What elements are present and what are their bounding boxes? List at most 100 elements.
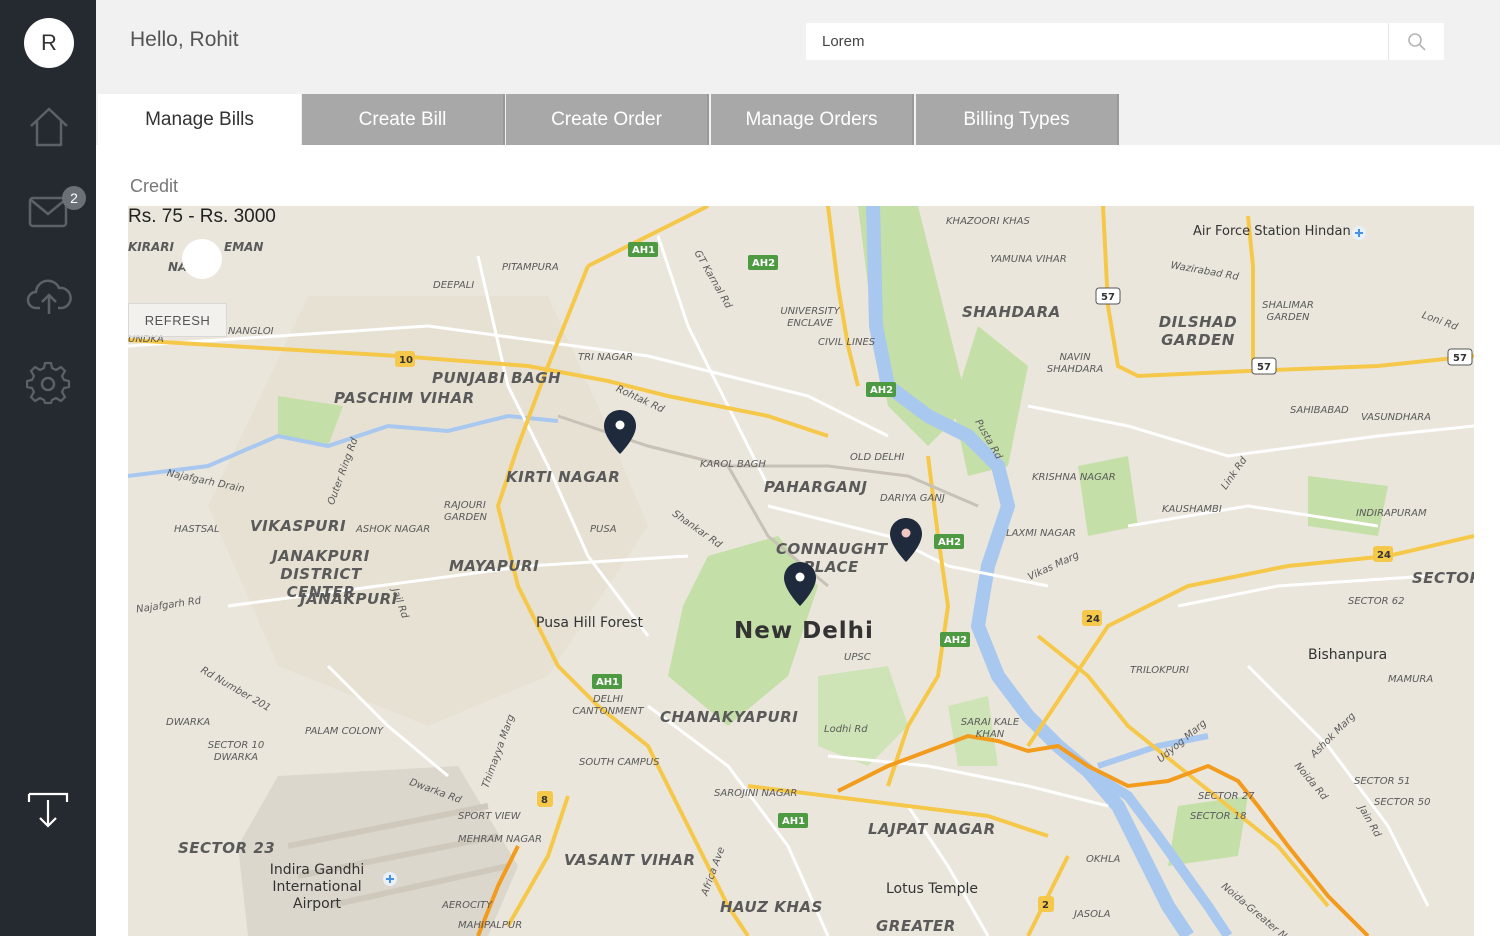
tab-manage-orders[interactable]: Manage Orders — [711, 94, 914, 145]
map-label-university: UNIVERSITY ENCLAVE — [780, 306, 840, 329]
svg-text:AH2: AH2 — [752, 258, 775, 269]
map-label-delhi-cantonment: DELHI CANTONMENT — [572, 694, 644, 717]
map-label-punjabi-bagh: PUNJABI BAGH — [432, 369, 562, 387]
map-label-mehram: MEHRAM NAGAR — [458, 834, 542, 845]
svg-text:AH2: AH2 — [938, 537, 961, 548]
map-label-dwarka: DWARKA — [166, 717, 211, 728]
map-label-hauz-khas: HAUZ KHAS — [720, 898, 823, 916]
map-label-chanakyapuri: CHANAKYAPURI — [660, 708, 799, 726]
gear-icon[interactable] — [25, 360, 72, 406]
map-label-pitampura: PITAMPURA — [502, 262, 559, 273]
map-label-pusa: PUSA — [590, 524, 617, 535]
map-label-kirti-nagar: KIRTI NAGAR — [506, 468, 621, 486]
map-label-kaushambi: KAUSHAMBI — [1162, 504, 1222, 515]
map-pin-marker[interactable] — [604, 410, 636, 454]
map-label-paschim-vihar: PASCHIM VIHAR — [334, 389, 475, 407]
avatar[interactable]: R — [24, 18, 74, 68]
map-label-rajouri: RAJOURI GARDEN — [444, 500, 488, 523]
map-label-sahibabad: SAHIBABAD — [1290, 405, 1349, 416]
svg-text:8: 8 — [541, 795, 548, 806]
map-label-nangloi: NANGLOI — [228, 326, 274, 337]
map-label-new-delhi: New Delhi — [734, 618, 874, 644]
tab-bar: Manage Bills Create Bill Create Order Ma… — [96, 94, 1500, 145]
map-label-yamuna-vihar: YAMUNA VIHAR — [990, 254, 1067, 265]
map-label-navin: NAVIN SHAHDARA — [1046, 352, 1104, 375]
tab-manage-bills[interactable]: Manage Bills — [98, 94, 301, 145]
tab-create-order[interactable]: Create Order — [506, 94, 709, 145]
map-label-greater: GREATER — [876, 917, 956, 935]
map-label-air-force: Air Force Station Hindan — [1193, 224, 1351, 239]
map-label-sector-50: SECTOR 50 — [1374, 797, 1431, 808]
map-label-indirapuram: INDIRAPURAM — [1356, 508, 1427, 519]
map-label-ashok-nagar: ASHOK NAGAR — [356, 524, 431, 535]
download-icon[interactable] — [26, 788, 72, 834]
search-icon[interactable] — [1389, 23, 1444, 60]
map-label-south-campus: SOUTH CAMPUS — [579, 757, 660, 768]
map-label-dilshad: DILSHAD GARDEN — [1158, 313, 1238, 349]
map-label-lodhi-rd: Lodhi Rd — [824, 724, 868, 735]
credit-filter-label: Credit — [130, 176, 179, 196]
map-label-trilokpuri: TRILOKPURI — [1130, 665, 1189, 676]
sidebar: R 2 — [0, 0, 96, 936]
map-label-aerocity: AEROCITY — [442, 900, 493, 911]
map-label-sector-18: SECTOR 18 — [1190, 811, 1247, 822]
svg-text:57: 57 — [1101, 292, 1115, 303]
search-bar — [806, 23, 1444, 60]
map-label-sector: SECTOR — [1412, 569, 1474, 587]
map-label-lotus-temple: Lotus Temple — [886, 881, 979, 897]
svg-text:AH1: AH1 — [596, 677, 619, 688]
map-label-hastsal: HASTSAL — [174, 524, 220, 535]
map-label-sector-51: SECTOR 51 — [1354, 776, 1411, 787]
map-label-airport: Indira Gandhi International Airport — [269, 862, 365, 912]
map-label-shahdara: SHAHDARA — [962, 303, 1061, 321]
map-label-okhla: OKHLA — [1086, 854, 1121, 865]
refresh-button[interactable]: REFRESH — [128, 303, 227, 337]
map-label-paharganj: PAHARGANJ — [764, 478, 868, 496]
map-label-tri-nagar: TRI NAGAR — [578, 352, 634, 363]
map-label-lajpat: LAJPAT NAGAR — [868, 820, 996, 838]
svg-text:2: 2 — [1042, 900, 1049, 911]
map-label-laxmi-nagar: LAXMI NAGAR — [1006, 528, 1076, 539]
map-label-sarojini: SAROJINI NAGAR — [714, 788, 798, 799]
map-label-kirari: KIRARI — [128, 240, 174, 254]
map-label-sector-10: SECTOR 10 DWARKA — [207, 740, 265, 763]
map-label-daryaganj: DARIYA GANJ — [880, 493, 945, 504]
map-label-deepali: DEEPALI — [433, 280, 475, 291]
home-icon[interactable] — [26, 104, 72, 150]
map-label-sector-62: SECTOR 62 — [1348, 596, 1405, 607]
map-label-jasola: JASOLA — [1074, 909, 1111, 920]
svg-text:AH2: AH2 — [944, 635, 967, 646]
header: Hello, Rohit — [96, 0, 1500, 94]
message-count-badge: 2 — [62, 186, 86, 210]
map-label-civil-lines: CIVIL LINES — [818, 337, 876, 348]
tab-billing-types[interactable]: Billing Types — [916, 94, 1119, 145]
map-label-pusa-hill: Pusa Hill Forest — [536, 615, 644, 631]
map-label-palam: PALAM COLONY — [305, 726, 384, 737]
map-view[interactable]: AH1 AH2 AH2 AH2 AH2 AH1 AH1 10 57 57 57 … — [128, 206, 1474, 936]
map-label-old-delhi: OLD DELHI — [850, 452, 905, 463]
map-label-bishanpura: Bishanpura — [1308, 647, 1388, 663]
map-pin-marker[interactable] — [890, 518, 922, 562]
map-label-krishna-nagar: KRISHNA NAGAR — [1032, 472, 1116, 483]
svg-text:24: 24 — [1377, 550, 1391, 561]
map-pin-marker[interactable] — [784, 562, 816, 606]
svg-text:24: 24 — [1086, 614, 1100, 625]
credit-range-slider-handle[interactable] — [182, 239, 222, 279]
svg-text:10: 10 — [399, 355, 413, 366]
map-label-sport-view: SPORT VIEW — [458, 811, 521, 822]
svg-text:57: 57 — [1453, 353, 1467, 364]
main-content: Credit AH1 AH2 AH2 AH2 AH2 AH1 AH1 10 57… — [96, 145, 1500, 936]
cloud-upload-icon[interactable] — [26, 274, 72, 320]
map-label-sector-27: SECTOR 27 — [1198, 791, 1255, 802]
map-label-upsc: UPSC — [844, 652, 871, 663]
search-input[interactable] — [806, 23, 1386, 60]
map-label-mayapuri: MAYAPURI — [449, 557, 540, 575]
map-label-mamura: MAMURA — [1388, 674, 1434, 685]
greeting-text: Hello, Rohit — [130, 28, 239, 51]
map-label-sarai: SARAI KALE KHAN — [960, 717, 1020, 740]
map-label-suleman: EMAN — [224, 240, 264, 254]
map-label-karol-bagh: KAROL BAGH — [700, 459, 766, 470]
tab-create-bill[interactable]: Create Bill — [302, 94, 505, 145]
map-label-sector-23: SECTOR 23 — [178, 839, 276, 857]
map-label-mahipalpur: MAHIPALPUR — [458, 920, 523, 931]
